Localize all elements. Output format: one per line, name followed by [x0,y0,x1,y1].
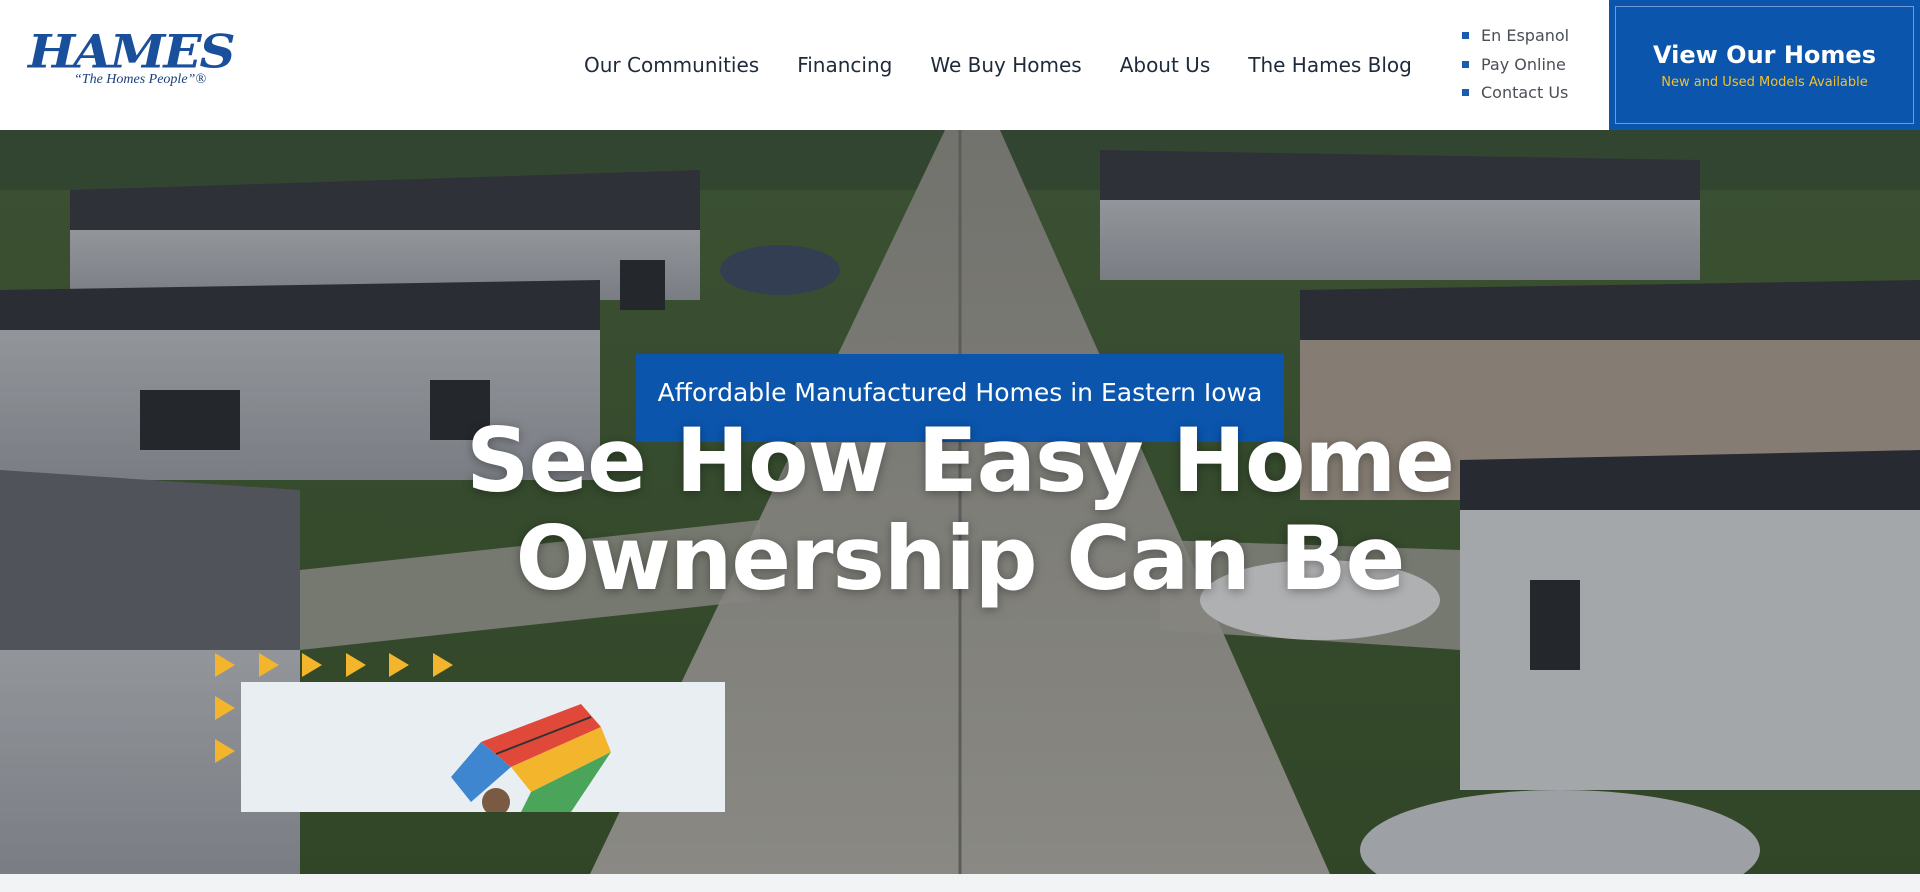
nav-item-financing[interactable]: Financing [797,50,892,80]
hero-headline-line-2: Ownership Can Be [515,507,1406,610]
hames-logo[interactable]: HAMES “The Homes People”® [28,28,236,94]
nav-item-about-us[interactable]: About Us [1120,50,1211,80]
cta-border: View Our Homes New and Used Models Avail… [1615,6,1914,124]
triangle-arrow-icon [215,696,235,720]
cta-subtitle: New and Used Models Available [1661,75,1868,90]
hero-headline: See How Easy Home Ownership Can Be [0,412,1920,608]
utility-link-contact-us[interactable]: Contact Us [1462,79,1569,108]
utility-link-en-espanol[interactable]: En Espanol [1462,22,1569,51]
nav-item-hames-blog[interactable]: The Hames Blog [1248,50,1412,80]
triangle-arrow-icon [345,653,366,677]
utility-links: En Espanol Pay Online Contact Us [1462,22,1569,108]
nav-item-our-communities[interactable]: Our Communities [584,50,759,80]
triangle-arrow-icon [215,739,235,763]
cta-title: View Our Homes [1652,41,1876,69]
nav-item-we-buy-homes[interactable]: We Buy Homes [930,50,1081,80]
square-bullet-icon [1462,60,1469,68]
kite-image-card [241,682,725,812]
kite-icon [241,682,725,812]
utility-link-label: Contact Us [1481,83,1569,102]
hero-headline-line-1: See How Easy Home [466,409,1455,512]
triangle-arrow-icon [258,653,279,677]
square-bullet-icon [1462,89,1469,96]
triangle-arrow-icon [215,653,235,677]
logo-wordmark: HAMES [28,24,236,79]
logo-tagline: “The Homes People”® [74,72,206,87]
triangle-arrow-icon [389,653,409,677]
view-our-homes-button[interactable]: View Our Homes New and Used Models Avail… [1609,0,1920,130]
triangle-arrow-icon [432,653,453,677]
main-nav: Our Communities Financing We Buy Homes A… [584,50,1450,80]
utility-link-label: Pay Online [1481,54,1566,74]
utility-link-pay-online[interactable]: Pay Online [1462,51,1569,80]
triangle-arrow-icon [302,653,322,677]
site-header: HAMES “The Homes People”® Our Communitie… [0,0,1920,130]
hero-subtitle: Affordable Manufactured Homes in Eastern… [657,378,1263,407]
square-bullet-icon [1462,32,1469,39]
section-divider [0,874,1920,892]
utility-link-label: En Espanol [1481,26,1570,45]
